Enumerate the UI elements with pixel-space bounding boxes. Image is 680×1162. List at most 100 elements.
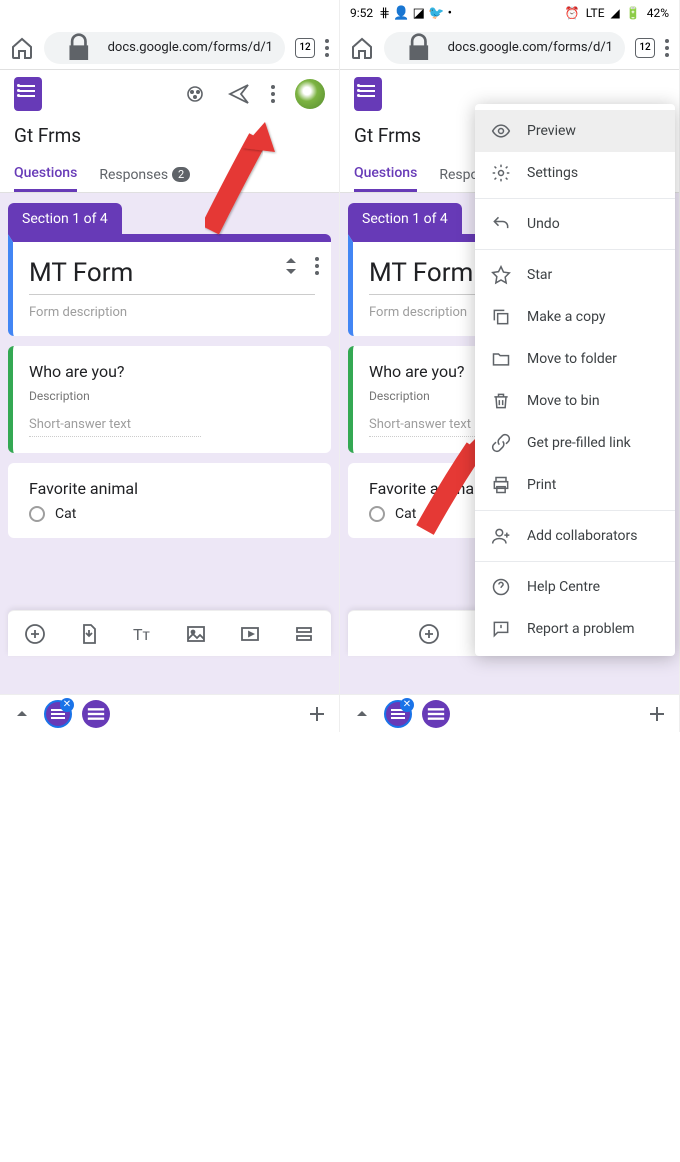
option-row[interactable]: Cat bbox=[29, 506, 315, 522]
menu-preview[interactable]: Preview bbox=[475, 110, 675, 152]
title-icon[interactable]: Tᴛ bbox=[131, 622, 155, 646]
url-text: docs.google.com/forms/d/1 bbox=[448, 40, 613, 55]
forms-logo-icon[interactable] bbox=[14, 77, 42, 111]
title-card[interactable]: MT Form Form description bbox=[8, 234, 331, 336]
browser-more-icon[interactable] bbox=[665, 39, 669, 57]
tab-chip[interactable] bbox=[422, 700, 450, 728]
form-title-input[interactable]: MT Form bbox=[29, 258, 315, 295]
tab-counter[interactable]: 12 bbox=[295, 38, 315, 58]
menu-collaborators[interactable]: Add collaborators bbox=[475, 515, 675, 557]
responses-badge: 2 bbox=[172, 167, 190, 182]
option-label: Cat bbox=[55, 506, 76, 522]
short-answer-hint: Short-answer text bbox=[29, 417, 201, 437]
card-more-icon[interactable] bbox=[315, 257, 319, 275]
signal-icon: ◢ bbox=[611, 6, 620, 20]
copy-icon bbox=[491, 307, 511, 327]
feedback-icon bbox=[491, 619, 511, 639]
question-toolbar: Tᴛ bbox=[8, 610, 331, 656]
tab-chip-active[interactable]: ✕ bbox=[384, 700, 412, 728]
right-screenshot: 9:52 ⋕ 👤 ◪ 🐦 • ⏰ LTE ◢ 🔋 42% docs.google… bbox=[340, 0, 680, 732]
form-description-input[interactable]: Form description bbox=[29, 305, 315, 320]
battery-label: 42% bbox=[647, 6, 669, 20]
forms-logo-icon[interactable] bbox=[354, 77, 382, 111]
help-icon bbox=[491, 577, 511, 597]
collapse-up-icon[interactable] bbox=[10, 702, 34, 726]
forms-header bbox=[0, 70, 339, 118]
form-body: Section 1 of 4 MT Form Form description … bbox=[0, 193, 339, 694]
print-icon bbox=[491, 475, 511, 495]
menu-move-bin[interactable]: Move to bin bbox=[475, 380, 675, 422]
menu-divider bbox=[475, 561, 675, 562]
star-icon bbox=[491, 265, 511, 285]
radio-icon[interactable] bbox=[29, 506, 45, 522]
form-name[interactable]: Gt Frms bbox=[0, 118, 339, 157]
lock-icon bbox=[396, 32, 442, 64]
add-tab-icon[interactable] bbox=[305, 702, 329, 726]
section-label: Section 1 of 4 bbox=[8, 203, 122, 235]
close-chip-icon[interactable]: ✕ bbox=[60, 698, 74, 712]
tab-questions[interactable]: Questions bbox=[354, 157, 417, 192]
status-app-icons: ⋕ 👤 ◪ 🐦 • bbox=[379, 6, 452, 21]
avatar[interactable] bbox=[295, 79, 325, 109]
section-label: Section 1 of 4 bbox=[348, 203, 462, 235]
menu-prefilled-link[interactable]: Get pre-filled link bbox=[475, 422, 675, 464]
browser-bar: docs.google.com/forms/d/1 12 bbox=[0, 26, 339, 70]
menu-settings[interactable]: Settings bbox=[475, 152, 675, 194]
import-icon[interactable] bbox=[77, 622, 101, 646]
option-label: Cat bbox=[395, 506, 416, 522]
send-icon[interactable] bbox=[227, 82, 251, 106]
menu-divider bbox=[475, 249, 675, 250]
menu-divider bbox=[475, 510, 675, 511]
theme-icon[interactable] bbox=[183, 82, 207, 106]
status-bar: 9:52 ⋕ 👤 ◪ 🐦 • ⏰ LTE ◢ 🔋 42% bbox=[340, 0, 679, 26]
undo-icon bbox=[491, 214, 511, 234]
lock-icon bbox=[56, 32, 102, 64]
eye-icon bbox=[491, 121, 511, 141]
browser-more-icon[interactable] bbox=[325, 39, 329, 57]
browser-bar: docs.google.com/forms/d/1 12 bbox=[340, 26, 679, 70]
form-tabs: Questions Responses 2 bbox=[0, 157, 339, 193]
url-bar[interactable]: docs.google.com/forms/d/1 bbox=[384, 32, 625, 64]
tab-chip-active[interactable]: ✕ bbox=[44, 700, 72, 728]
home-icon[interactable] bbox=[10, 36, 34, 60]
section-icon[interactable] bbox=[292, 622, 316, 646]
tab-responses[interactable]: Responses 2 bbox=[99, 157, 190, 192]
add-question-icon[interactable] bbox=[417, 622, 441, 646]
close-chip-icon[interactable]: ✕ bbox=[400, 698, 414, 712]
menu-help[interactable]: Help Centre bbox=[475, 566, 675, 608]
add-tab-icon[interactable] bbox=[645, 702, 669, 726]
radio-icon[interactable] bbox=[369, 506, 385, 522]
question-title[interactable]: Who are you? bbox=[29, 362, 315, 381]
menu-undo[interactable]: Undo bbox=[475, 203, 675, 245]
tab-counter[interactable]: 12 bbox=[635, 38, 655, 58]
collapse-up-icon[interactable] bbox=[350, 702, 374, 726]
question-card[interactable]: Who are you? Description Short-answer te… bbox=[8, 346, 331, 453]
menu-move-folder[interactable]: Move to folder bbox=[475, 338, 675, 380]
add-person-icon bbox=[491, 526, 511, 546]
question-desc[interactable]: Description bbox=[29, 389, 315, 403]
video-icon[interactable] bbox=[238, 622, 262, 646]
collapse-icon[interactable] bbox=[279, 254, 303, 278]
menu-make-copy[interactable]: Make a copy bbox=[475, 296, 675, 338]
question-card-2[interactable]: Favorite animal Cat bbox=[8, 463, 331, 538]
forms-more-icon[interactable] bbox=[271, 85, 275, 103]
menu-star[interactable]: Star bbox=[475, 254, 675, 296]
url-text: docs.google.com/forms/d/1 bbox=[108, 40, 273, 55]
tab-chip[interactable] bbox=[82, 700, 110, 728]
svg-text:Tᴛ: Tᴛ bbox=[133, 625, 151, 644]
tab-questions[interactable]: Questions bbox=[14, 157, 77, 192]
overflow-menu: Preview Settings Undo Star Make a copy M… bbox=[475, 104, 675, 656]
add-question-icon[interactable] bbox=[23, 622, 47, 646]
trash-icon bbox=[491, 391, 511, 411]
menu-print[interactable]: Print bbox=[475, 464, 675, 506]
bottom-bar: ✕ bbox=[340, 694, 679, 732]
left-screenshot: docs.google.com/forms/d/1 12 Gt Frms Que… bbox=[0, 0, 340, 732]
gear-icon bbox=[491, 163, 511, 183]
url-bar[interactable]: docs.google.com/forms/d/1 bbox=[44, 32, 285, 64]
home-icon[interactable] bbox=[350, 36, 374, 60]
menu-divider bbox=[475, 198, 675, 199]
menu-report[interactable]: Report a problem bbox=[475, 608, 675, 650]
image-icon[interactable] bbox=[184, 622, 208, 646]
battery-icon: 🔋 bbox=[626, 6, 641, 20]
question-title-2[interactable]: Favorite animal bbox=[29, 479, 315, 498]
